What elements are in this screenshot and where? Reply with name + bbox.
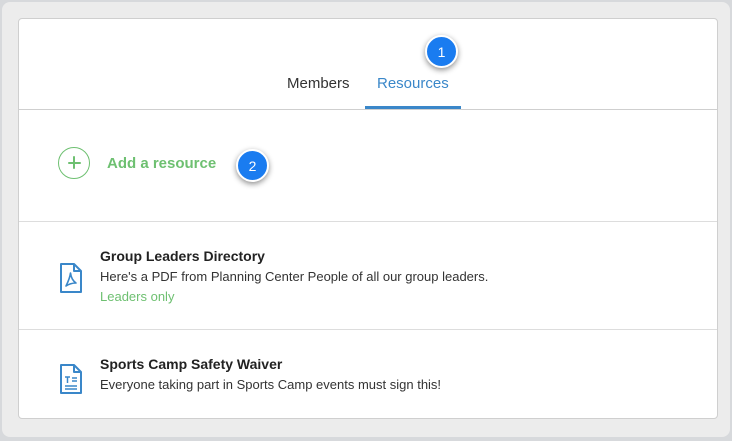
add-resource-row: Add a resource <box>19 110 717 222</box>
tab-members[interactable]: Members <box>287 75 350 92</box>
add-resource-button[interactable]: Add a resource <box>107 155 216 172</box>
resource-title[interactable]: Group Leaders Directory <box>100 248 265 264</box>
step-callout-badge: 1 <box>425 35 458 68</box>
screenshot-frame: Members Resources Add a resource Group L… <box>2 2 730 437</box>
resource-item[interactable]: Group Leaders Directory Here's a PDF fro… <box>19 222 717 330</box>
tab-bar: Members Resources <box>19 19 717 110</box>
visibility-label: Leaders only <box>100 289 175 304</box>
plus-circle-icon[interactable] <box>58 147 90 179</box>
resources-panel: Members Resources Add a resource Group L… <box>18 18 718 419</box>
step-callout-badge: 2 <box>236 149 269 182</box>
resource-title[interactable]: Sports Camp Safety Waiver <box>100 356 282 372</box>
pdf-file-icon <box>60 263 82 293</box>
resource-description: Everyone taking part in Sports Camp even… <box>100 377 442 392</box>
tab-resources[interactable]: Resources <box>377 75 449 92</box>
resource-item[interactable]: Sports Camp Safety Waiver Everyone takin… <box>19 330 717 418</box>
resource-description: Here's a PDF from Planning Center People… <box>100 269 489 284</box>
active-tab-indicator <box>365 106 461 109</box>
text-file-icon <box>60 364 82 394</box>
